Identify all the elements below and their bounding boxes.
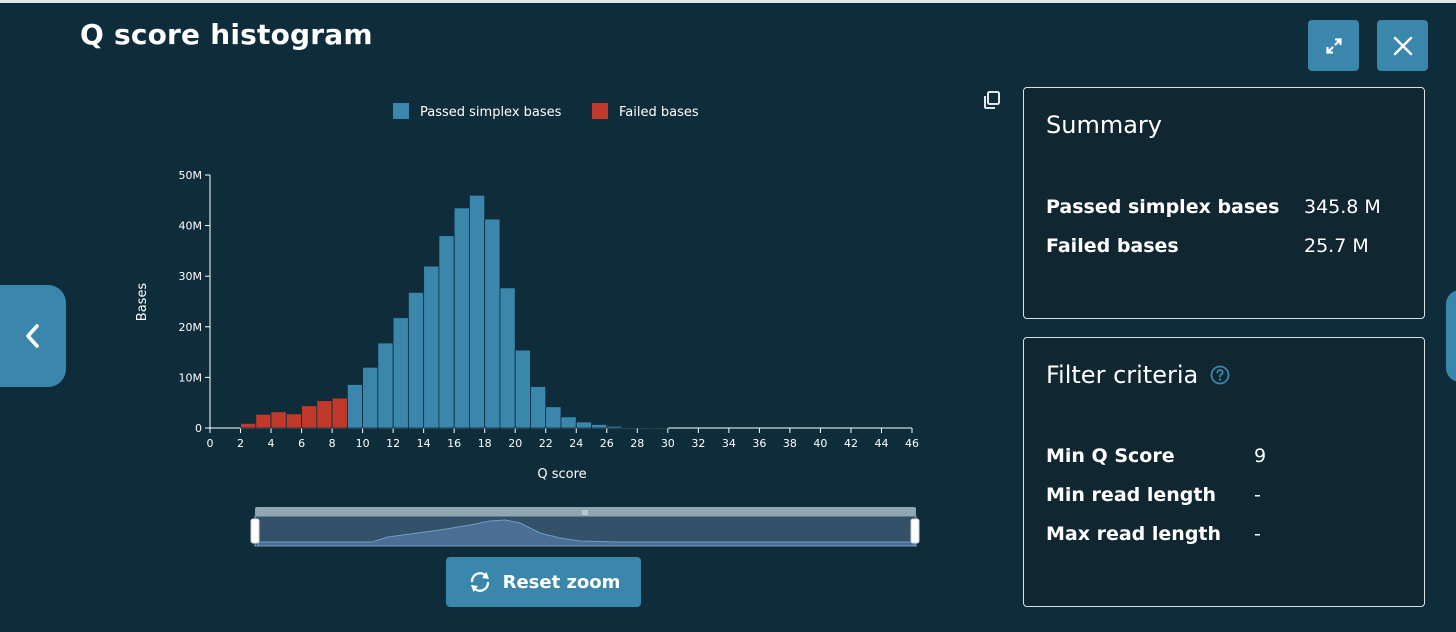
min-q-score-value: 9 xyxy=(1254,445,1267,467)
summary-passed-value: 345.8 M xyxy=(1304,196,1381,218)
bar-passed[interactable] xyxy=(346,384,364,429)
bar-passed[interactable] xyxy=(484,218,501,429)
summary-title: Summary xyxy=(1046,111,1162,139)
bar-passed[interactable] xyxy=(499,287,516,429)
bar-passed[interactable] xyxy=(407,291,425,429)
bar-passed[interactable] xyxy=(591,424,608,429)
y-axis-label: Bases xyxy=(135,283,150,322)
min-read-length-label: Min read length xyxy=(1046,484,1216,506)
x-tick-label: 46 xyxy=(905,437,919,450)
x-tick-label: 40 xyxy=(813,437,827,450)
bar-passed[interactable] xyxy=(377,342,394,429)
y-tick-label: 0 xyxy=(195,422,202,435)
bar-passed[interactable] xyxy=(575,421,592,429)
min-read-length-value: - xyxy=(1254,484,1261,506)
zoom-navigator[interactable]: III xyxy=(250,507,920,547)
legend-label-failed[interactable]: Failed bases xyxy=(619,105,699,120)
bar-failed[interactable] xyxy=(301,405,318,429)
bar-passed[interactable] xyxy=(469,194,486,429)
bar-failed[interactable] xyxy=(255,413,272,429)
help-circle-icon[interactable] xyxy=(1210,365,1230,385)
summary-failed-value: 25.7 M xyxy=(1304,235,1369,257)
expand-button[interactable] xyxy=(1308,20,1359,71)
bar-passed[interactable] xyxy=(530,386,547,429)
bar-passed[interactable] xyxy=(453,207,470,429)
y-tick-label: 10M xyxy=(179,371,203,384)
zoom-handle-right[interactable] xyxy=(910,518,920,544)
zoom-handle-left[interactable] xyxy=(250,518,260,544)
bar-passed[interactable] xyxy=(362,366,379,429)
refresh-icon xyxy=(470,572,489,592)
close-icon xyxy=(1393,36,1412,55)
summary-passed-label: Passed simplex bases xyxy=(1046,196,1280,218)
next-button[interactable] xyxy=(1446,290,1456,382)
y-axis: 0 10M 20M 30M 40M 50M xyxy=(179,169,211,435)
legend-swatch-failed[interactable] xyxy=(592,103,608,119)
bar-passed[interactable] xyxy=(438,235,455,429)
bars-layer xyxy=(240,194,669,429)
y-tick-label: 20M xyxy=(179,321,203,334)
x-axis: 0 2 4 6 8 10 12 14 16 18 20 22 24 26 28 30 32 34 36 38 40 42 4… xyxy=(207,427,919,450)
summary-failed-label: Failed bases xyxy=(1046,235,1179,257)
x-tick-label: 4 xyxy=(268,437,275,450)
x-tick-label: 6 xyxy=(298,437,305,450)
bar-failed[interactable] xyxy=(316,400,333,429)
filter-criteria-title: Filter criteria xyxy=(1046,361,1199,389)
bar-passed[interactable] xyxy=(514,349,531,429)
copy-icon[interactable] xyxy=(982,90,1002,110)
x-tick-label: 20 xyxy=(508,437,522,450)
max-read-length-label: Max read length xyxy=(1046,523,1222,545)
x-tick-label: 22 xyxy=(539,437,553,450)
y-tick-label: 40M xyxy=(179,220,203,233)
x-tick-label: 10 xyxy=(356,437,370,450)
x-tick-label: 30 xyxy=(661,437,675,450)
close-button[interactable] xyxy=(1377,20,1428,71)
legend-label-passed[interactable]: Passed simplex bases xyxy=(420,105,562,120)
reset-zoom-button[interactable]: Reset zoom xyxy=(446,557,641,607)
chart-legend: Passed simplex bases Failed bases xyxy=(393,103,699,120)
legend-swatch-passed[interactable] xyxy=(393,103,409,119)
x-tick-label: 24 xyxy=(569,437,583,450)
bar-failed[interactable] xyxy=(331,397,348,429)
x-tick-label: 18 xyxy=(478,437,492,450)
x-tick-label: 12 xyxy=(386,437,400,450)
x-tick-label: 32 xyxy=(691,437,705,450)
x-tick-label: 36 xyxy=(752,437,766,450)
x-tick-label: 42 xyxy=(844,437,858,450)
bar-failed[interactable] xyxy=(270,411,287,429)
bar-passed[interactable] xyxy=(621,426,638,429)
bar-passed[interactable] xyxy=(423,265,440,429)
bar-passed[interactable] xyxy=(545,406,562,429)
x-tick-label: 2 xyxy=(237,437,244,450)
x-tick-label: 0 xyxy=(207,437,214,450)
summary-panel: Summary Passed simplex bases 345.8 M Fai… xyxy=(1023,87,1425,319)
x-tick-label: 14 xyxy=(417,437,431,450)
x-tick-label: 34 xyxy=(722,437,736,450)
bar-failed[interactable] xyxy=(285,413,302,429)
bar-failed[interactable] xyxy=(240,423,257,429)
bar-passed[interactable] xyxy=(606,425,623,429)
x-tick-label: 28 xyxy=(630,437,644,450)
x-tick-label: 44 xyxy=(874,437,888,450)
filter-criteria-panel: Filter criteria Min Q Score 9 Min read l… xyxy=(1023,337,1425,607)
x-tick-label: 26 xyxy=(600,437,614,450)
reset-zoom-label: Reset zoom xyxy=(502,571,621,593)
y-tick-label: 50M xyxy=(179,169,203,182)
x-tick-label: 16 xyxy=(447,437,461,450)
max-read-length-value: - xyxy=(1254,523,1261,545)
q-score-histogram-chart: Passed simplex bases Failed bases 010M20… xyxy=(135,103,920,547)
x-tick-label: 38 xyxy=(783,437,797,450)
bar-passed[interactable] xyxy=(560,416,577,429)
min-q-score-label: Min Q Score xyxy=(1046,445,1175,467)
x-tick-label: 8 xyxy=(329,437,336,450)
expand-icon xyxy=(1325,37,1342,54)
bar-passed[interactable] xyxy=(392,317,409,429)
y-tick-label: 30M xyxy=(179,270,203,283)
x-axis-label: Q score xyxy=(537,467,586,482)
